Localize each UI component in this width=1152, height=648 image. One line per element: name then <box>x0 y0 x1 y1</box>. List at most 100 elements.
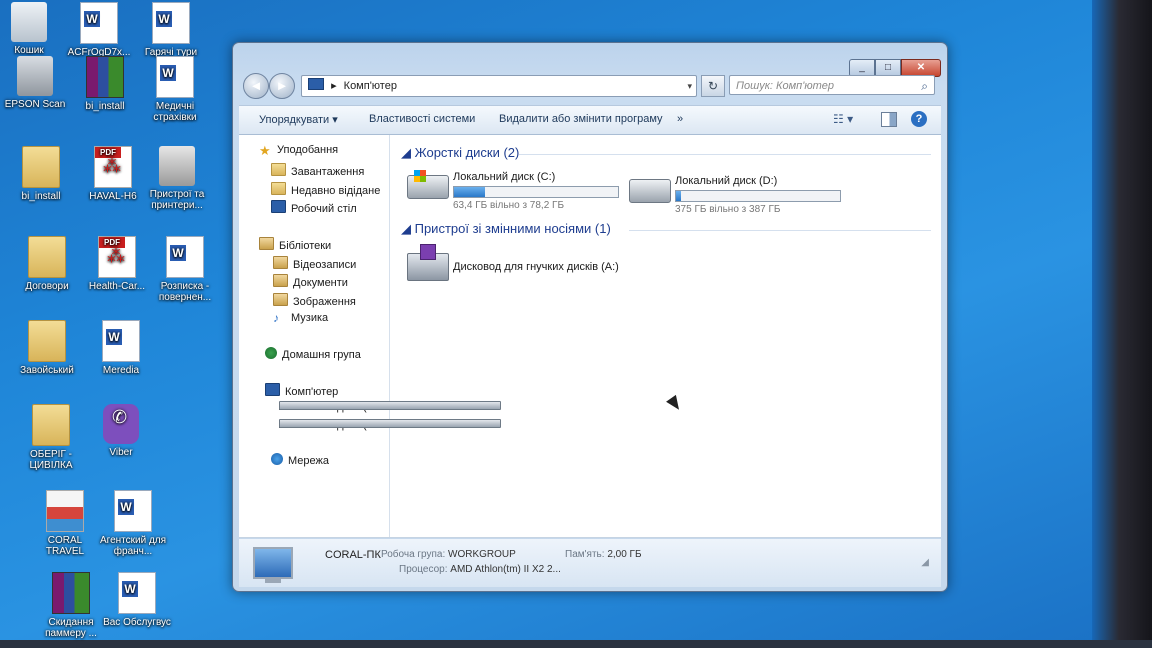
address-bar[interactable]: ▸ Комп'ютер ▾ <box>301 75 697 97</box>
computer-monitor-icon <box>253 547 293 583</box>
refresh-button[interactable]: ↻ <box>701 75 725 97</box>
desktop-icon-label: Розписка - повернен... <box>158 281 212 303</box>
nav-drive-c[interactable]: Локальний диск (C: <box>279 401 501 413</box>
command-bar: Упорядкувати ▾ Властивості системи Видал… <box>239 105 941 135</box>
desktop-icon-item[interactable]: bi_install <box>70 56 140 112</box>
memory-info: Пам'ять: 2,00 ГБ <box>565 549 642 560</box>
monitor-bezel-bottom <box>0 640 1152 648</box>
downloads-folder-icon <box>271 163 286 176</box>
desktop-icon-item[interactable]: ACFrOgD7x... <box>64 2 134 58</box>
collapse-details-icon[interactable]: ◢ <box>921 557 929 568</box>
change-view-icon[interactable]: ☷ ▾ <box>833 112 853 130</box>
breadcrumb-separator: ▸ <box>331 80 337 92</box>
desktop-icon-item[interactable]: Кошик <box>0 2 64 56</box>
group-divider <box>519 154 931 155</box>
desktop-icon-label: Медичні страхівки <box>153 101 197 123</box>
group-header-removable[interactable]: ◢ Пристрої зі змінними носіями (1) <box>401 221 611 237</box>
desktop-icon-item[interactable]: HAVAL-H6 <box>78 146 148 202</box>
address-dropdown-icon[interactable]: ▾ <box>687 76 692 96</box>
desktop-icon-item[interactable]: Пристрої та принтери... <box>142 146 212 211</box>
star-icon: ★ <box>259 143 271 158</box>
desktop-icon-item[interactable]: bi_install <box>6 146 76 202</box>
nav-label: Музика <box>291 312 329 324</box>
desktop-icon-label: Кошик <box>14 45 44 56</box>
desktop-icon-item[interactable]: Meredia <box>86 320 156 376</box>
workgroup-label: Робоча група: <box>381 549 446 560</box>
system-properties-button[interactable]: Властивості системи <box>369 113 475 125</box>
search-input[interactable]: Пошук: Комп'ютер ⌕ <box>729 75 935 95</box>
navigation-pane: ★ Уподобання Завантаження Недавно відідан… <box>239 135 501 537</box>
nav-music[interactable]: ♪ Музика <box>273 311 329 325</box>
nav-homegroup[interactable]: Домашня група <box>265 347 361 361</box>
desktop-icon-label: EPSON Scan <box>4 99 66 110</box>
uninstall-program-button[interactable]: Видалити або змінити програму <box>499 113 663 125</box>
desktop-icon-label: Viber <box>109 447 133 458</box>
desktop-icon-label: bi_install <box>21 191 61 202</box>
recent-places-icon <box>271 182 286 195</box>
desktop-icon-label: ОБЕРІГ - ЦИВІЛКА <box>29 449 73 471</box>
breadcrumb-computer[interactable]: Комп'ютер <box>344 80 397 92</box>
desktop-icon-item[interactable]: ОБЕРІГ - ЦИВІЛКА <box>16 404 86 471</box>
desktop-icon-item[interactable]: Скидання паммеру ... <box>36 572 106 639</box>
music-icon: ♪ <box>273 311 279 325</box>
nav-favorites[interactable]: ★ Уподобання <box>259 143 338 158</box>
nav-label: Зображення <box>293 296 356 308</box>
floppy-drive-tile[interactable]: Дисковод для гнучких дисків (A:) <box>407 244 627 293</box>
search-icon[interactable]: ⌕ <box>921 76 928 96</box>
videos-icon <box>273 256 288 269</box>
forward-button[interactable]: ► <box>269 73 295 99</box>
desktop-icon-item[interactable]: Health-Car... <box>82 236 152 292</box>
nav-network[interactable]: Мережа <box>271 453 329 467</box>
desktop-icon-item[interactable]: Розписка - повернен... <box>150 236 220 303</box>
drive-d-tile[interactable]: Локальний диск (D:) 375 ГБ вільно з 387 … <box>629 175 849 215</box>
nav-desktop[interactable]: Робочий стіл <box>271 200 357 215</box>
desktop-icon-item[interactable]: EPSON Scan <box>0 56 70 110</box>
drive-c-usage-fill <box>454 187 486 197</box>
details-pane: CORAL-ПК Робоча група: WORKGROUP Пам'ять… <box>239 539 941 587</box>
group-header-hard-disks[interactable]: ◢ Жорсткі диски (2) <box>401 145 519 161</box>
more-commands-button[interactable]: » <box>677 113 683 125</box>
drive-d-usage-fill <box>676 191 681 201</box>
cpu-info: Процесор: AMD Athlon(tm) II X2 2... <box>399 564 561 575</box>
nav-pictures[interactable]: Зображення <box>273 293 356 308</box>
help-icon[interactable]: ? <box>911 111 927 127</box>
organize-menu[interactable]: Упорядкувати ▾ <box>259 113 338 126</box>
drive-d-name: Локальний диск (D:) <box>675 175 778 187</box>
system-drive-icon <box>407 170 449 199</box>
nav-downloads[interactable]: Завантаження <box>271 163 364 178</box>
nav-computer[interactable]: Комп'ютер <box>265 383 338 398</box>
rar-icon <box>52 572 90 614</box>
nav-label: Документи <box>293 277 348 289</box>
viber-icon <box>103 404 139 444</box>
cpu-label: Процесор: <box>399 564 448 575</box>
desktop-icon-item[interactable]: Завойський <box>12 320 82 376</box>
folder-icon <box>22 146 60 188</box>
desktop-icon-item[interactable]: Гарячі тури <box>136 2 206 58</box>
group-divider <box>629 230 931 231</box>
desktop-icon-label: bi_install <box>85 101 125 112</box>
desktop-icon-item[interactable]: Агентский для франч... <box>98 490 168 557</box>
nav-recent[interactable]: Недавно відідане <box>271 182 380 197</box>
desktop-icon-item[interactable]: Viber <box>86 404 156 458</box>
desktop-icon-item[interactable]: Медичні страхівки <box>140 56 210 123</box>
workgroup-value: WORKGROUP <box>448 549 516 560</box>
group-title: Жорсткі диски (2) <box>414 145 520 160</box>
mouse-cursor-icon <box>666 394 684 414</box>
nav-label: Бібліотеки <box>279 240 332 252</box>
desktop-icon-item[interactable]: CORAL TRAVEL <box>30 490 100 557</box>
desktop-icon-label: Вас Обслугвус <box>103 617 171 628</box>
content-area: ★ Уподобання Завантаження Недавно відідан… <box>239 135 941 538</box>
back-button[interactable]: ◄ <box>243 73 269 99</box>
desktop-icon-item[interactable]: Договори <box>12 236 82 292</box>
drive-c-tile[interactable]: Локальний диск (C:) 63,4 ГБ вільно з 78,… <box>407 170 627 211</box>
preview-pane-icon[interactable] <box>881 112 897 127</box>
nav-label: Відеозаписи <box>293 259 357 271</box>
desktop-icon-label: Завойський <box>20 365 74 376</box>
drive-c-name: Локальний диск (C:) <box>453 171 556 183</box>
pictures-icon <box>273 293 288 306</box>
nav-libraries[interactable]: Бібліотеки <box>259 237 331 252</box>
nav-drive-d[interactable]: Локальний диск (D: <box>279 419 501 431</box>
nav-videos[interactable]: Відеозаписи <box>273 256 356 271</box>
nav-documents[interactable]: Документи <box>273 274 348 289</box>
desktop-icon-item[interactable]: Вас Обслугвус <box>102 572 172 628</box>
